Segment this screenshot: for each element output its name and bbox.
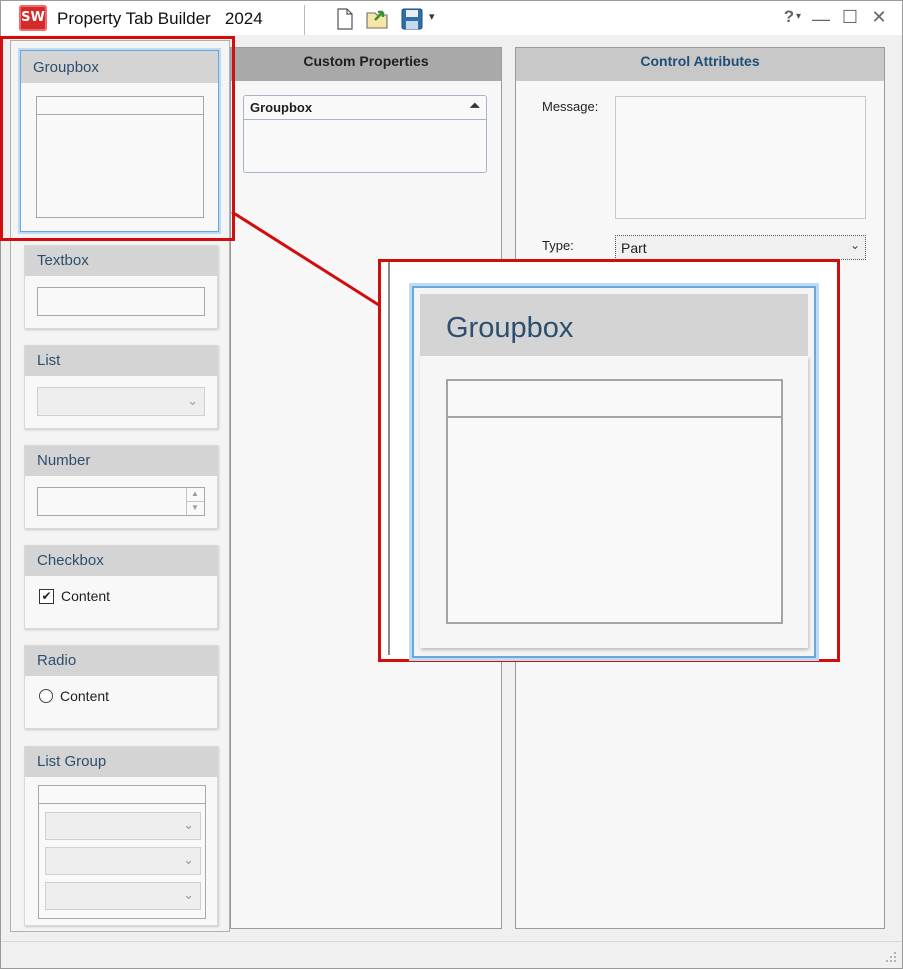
zoom-panel-edge [388,262,390,655]
zoom-groupbox-preview [446,379,783,624]
zoom-groupbox-card: Groupbox [412,286,816,658]
status-bar [1,941,902,968]
zoom-preview-divider [448,416,781,418]
zoom-callout: Groupbox [378,259,840,662]
resize-grip-icon[interactable] [884,950,898,964]
zoom-groupbox-label: Groupbox [420,294,808,356]
